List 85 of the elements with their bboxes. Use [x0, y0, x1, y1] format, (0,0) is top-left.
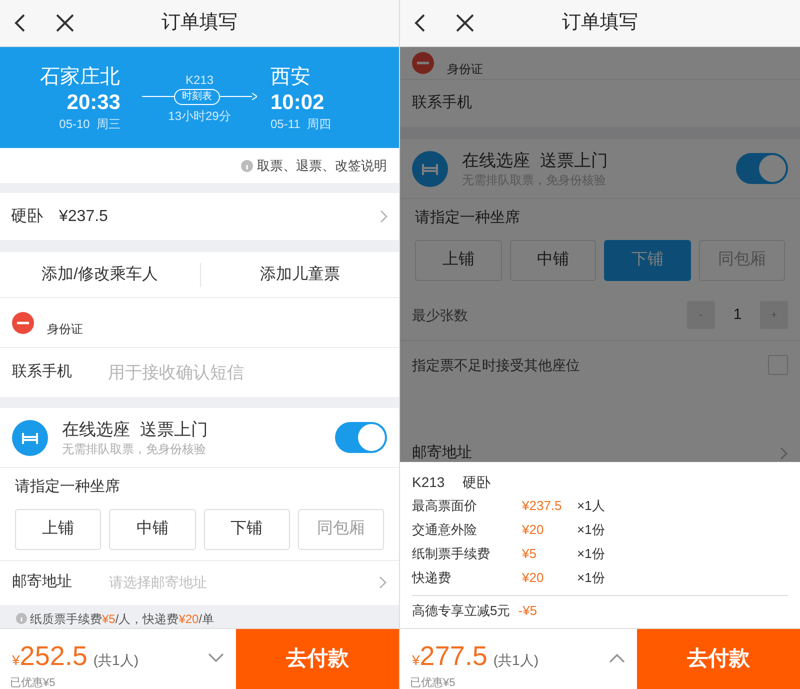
fee-amount: ¥20 — [522, 569, 545, 587]
fee-label: 纸制票手续费 — [412, 545, 491, 563]
fee-quantity: ×1份 — [577, 545, 605, 563]
chevron-right-icon — [380, 210, 388, 223]
fee-quantity: ×1份 — [577, 569, 605, 587]
fee-label: 快递费 — [412, 569, 452, 587]
chevron-up-icon[interactable] — [609, 653, 625, 663]
remove-icon[interactable] — [412, 52, 434, 74]
seat-class-row[interactable]: 硬卧 ¥237.5 — [0, 193, 399, 240]
option-note: 无需排队取票，免身份核验 — [62, 440, 206, 456]
duration: 13小时29分 — [168, 108, 231, 124]
section-label: 请指定一种坐席 — [415, 209, 520, 226]
departure-date: 05-10 周三 — [59, 116, 120, 132]
discount-text: 已优惠¥5 — [10, 677, 56, 689]
remove-icon[interactable] — [12, 312, 34, 334]
toggle-switch[interactable] — [736, 153, 788, 184]
seat-price: ¥237.5 — [59, 206, 108, 226]
fee-label: 交通意外险 — [412, 521, 478, 539]
arrival-date: 05-11 周四 — [270, 116, 331, 132]
chevron-right-icon — [379, 576, 387, 589]
fee-amount: ¥237.5 — [522, 497, 563, 515]
fee-quantity: ×1人 — [577, 497, 605, 515]
ticket-count: 1 — [732, 304, 743, 325]
departure-time: 20:33 — [66, 90, 120, 116]
option-title: 送票上门 — [540, 150, 608, 172]
seat-option[interactable]: 中铺 — [109, 508, 196, 550]
departure-station: 石家庄北 — [40, 64, 120, 90]
close-icon[interactable] — [456, 14, 474, 32]
option-title: 在线选座 — [62, 418, 130, 440]
close-icon[interactable] — [56, 14, 74, 32]
field-label: 联系手机 — [412, 93, 472, 114]
section-label: 请指定一种坐席 — [15, 478, 120, 495]
train-number: K213 — [185, 72, 214, 88]
arrival-station: 西安 — [270, 64, 310, 90]
info-icon — [16, 613, 27, 624]
page-title: 订单填写 — [162, 12, 238, 33]
seat-option[interactable]: 上铺 — [15, 508, 102, 550]
field-label: 邮寄地址 — [412, 442, 473, 463]
toggle-switch[interactable] — [335, 422, 387, 453]
field-label: 最少张数 — [412, 306, 469, 324]
back-icon[interactable] — [414, 13, 426, 33]
checkbox[interactable] — [768, 354, 788, 374]
total-price: 277.5 — [420, 641, 488, 671]
currency-symbol: ¥ — [412, 651, 420, 670]
seat-option[interactable]: 中铺 — [510, 240, 596, 280]
address-placeholder: 请选择邮寄地址 — [109, 573, 208, 592]
seat-class: 硬卧 — [462, 473, 491, 492]
fee-quantity: ×1份 — [577, 521, 605, 539]
fee-label: 最高票面价 — [412, 497, 478, 515]
discount-text: 已优惠¥5 — [410, 677, 456, 689]
passenger-action[interactable]: 添加儿童票 — [252, 262, 348, 286]
seat-option[interactable]: 下铺 — [204, 508, 290, 550]
info-icon — [241, 160, 253, 172]
back-icon[interactable] — [14, 13, 26, 33]
option-title: 在线选座 — [462, 150, 530, 172]
address-row[interactable]: 邮寄地址 请选择邮寄地址 — [0, 560, 399, 604]
checkbox-label: 指定票不足时接受其他座位 — [412, 356, 581, 374]
phone-field[interactable]: 用于接收确认短信 — [108, 348, 399, 397]
fee-amount: ¥5 — [522, 545, 538, 563]
arrow-head-icon — [252, 93, 257, 100]
chevron-right-icon — [780, 446, 788, 460]
seat-option: 同包厢 — [298, 508, 384, 550]
currency-symbol: ¥ — [12, 651, 20, 670]
passenger-action[interactable]: 添加/修改乘车人 — [34, 262, 166, 286]
seat-option[interactable]: 上铺 — [415, 240, 502, 280]
policy-link[interactable]: 取票、退票、改签说明 — [257, 156, 387, 176]
field-label: 联系手机 — [0, 348, 108, 397]
chevron-down-icon[interactable] — [208, 653, 224, 663]
discount-amount: -¥5 — [518, 602, 538, 620]
id-type: 身份证 — [447, 61, 483, 78]
train-number: K213 — [412, 473, 445, 492]
bed-icon — [412, 150, 448, 186]
passenger-count: (共1人) — [493, 651, 538, 670]
seat-class: 硬卧 — [11, 206, 43, 226]
passenger-count: (共1人) — [93, 651, 138, 670]
option-title: 送票上门 — [140, 418, 208, 440]
discount-label: 高德专享立减5元 — [412, 602, 510, 620]
fee-amount: ¥20 — [522, 521, 545, 539]
total-price: 252.5 — [20, 641, 88, 671]
field-label: 邮寄地址 — [12, 572, 73, 592]
arrival-time: 10:02 — [270, 90, 324, 116]
id-type: 身份证 — [47, 320, 83, 338]
fee-note: 纸质票手续费¥5/人，快递费¥20/单 — [30, 610, 214, 628]
bed-icon — [12, 420, 48, 456]
page-title: 订单填写 — [562, 12, 638, 33]
